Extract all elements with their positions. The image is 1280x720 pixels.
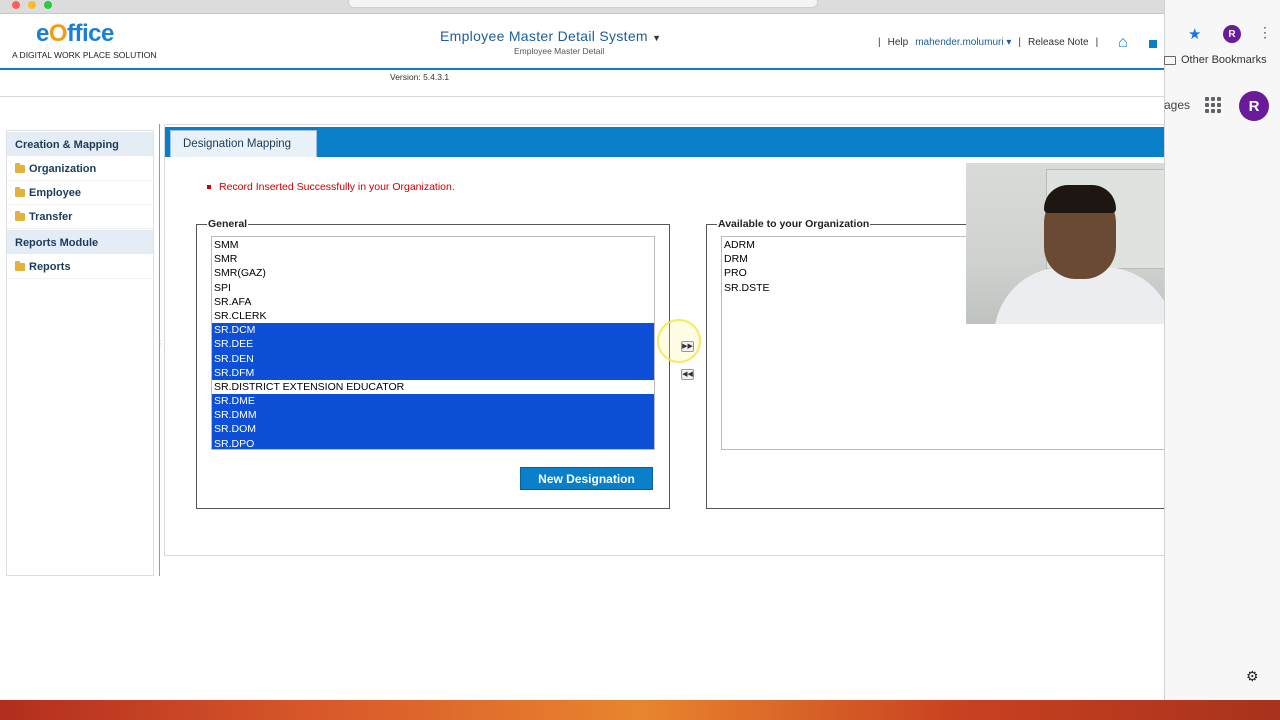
release-note-link[interactable]: Release Note: [1028, 37, 1089, 48]
eoffice-page: eOffice A DIGITAL WORK PLACE SOLUTION Em…: [0, 14, 1164, 700]
other-bookmarks[interactable]: Other Bookmarks: [1164, 54, 1267, 66]
sidebar-item-reports[interactable]: Reports: [7, 255, 153, 279]
new-designation-button[interactable]: New Designation: [520, 467, 653, 490]
general-option[interactable]: SR.DMM: [212, 408, 654, 423]
pages-link-fragment[interactable]: ages: [1164, 98, 1190, 112]
apps-grid-icon[interactable]: [1205, 97, 1221, 113]
eoffice-logo: eOffice: [36, 20, 114, 47]
browser-toolbar: [0, 0, 1164, 14]
user-menu[interactable]: mahender.molumuri ▾: [915, 37, 1011, 48]
general-option[interactable]: SR.DISTRICT EXTENSION EDUCATOR: [212, 380, 654, 394]
folder-icon: [15, 162, 25, 173]
general-option[interactable]: SR.AFA: [212, 295, 654, 309]
maximize-window-icon[interactable]: [44, 1, 52, 9]
browser-menu-icon[interactable]: ⋮: [1258, 24, 1272, 41]
home-icon[interactable]: ⌂: [1118, 34, 1128, 52]
profile-avatar[interactable]: R: [1239, 91, 1269, 121]
general-option[interactable]: SMR: [212, 252, 654, 266]
bullet-icon: [207, 185, 211, 189]
move-right-button[interactable]: ▶▶: [681, 341, 694, 352]
general-option[interactable]: SR.DEE: [212, 337, 654, 352]
os-dock: [0, 700, 1280, 720]
general-option[interactable]: SR.DFM: [212, 365, 654, 380]
webcam-overlay: [966, 163, 1164, 324]
general-option[interactable]: SPI: [212, 281, 654, 295]
sidebar-item-transfer[interactable]: Transfer: [7, 205, 153, 229]
sidebar: Creation & Mapping Organization Employee…: [6, 130, 154, 576]
divider: [0, 96, 1164, 97]
general-designation-list[interactable]: SMM SMR SMR(GAZ) SPI SR.AFA SR.CLERK SR.DCM SR.…: [211, 236, 655, 450]
sidebar-item-employee[interactable]: Employee: [7, 181, 153, 205]
app-title[interactable]: Employee Master Detail System ▼: [440, 28, 661, 44]
close-window-icon[interactable]: [12, 1, 20, 9]
minimize-window-icon[interactable]: [28, 1, 36, 9]
general-option[interactable]: SR.DOM: [212, 422, 654, 437]
general-option[interactable]: SR.CLERK: [212, 309, 654, 323]
header-links: | Help mahender.molumuri ▾ | Release Not…: [878, 37, 1099, 48]
folder-icon: [15, 186, 25, 197]
general-option[interactable]: SMM: [212, 238, 654, 252]
general-option[interactable]: SR.DPO: [212, 436, 654, 449]
bookmark-star-icon[interactable]: ★: [1188, 25, 1201, 43]
cursor-highlight: [657, 319, 701, 363]
folder-icon: [15, 210, 25, 221]
address-bar[interactable]: [348, 0, 818, 8]
general-option[interactable]: SMR(GAZ): [212, 266, 654, 280]
success-message: Record Inserted Successfully in your Org…: [207, 181, 455, 193]
app-header: eOffice A DIGITAL WORK PLACE SOLUTION Em…: [0, 14, 1164, 70]
general-option[interactable]: SR.DEN: [212, 351, 654, 366]
sidebar-splitter[interactable]: [159, 124, 160, 576]
sidebar-item-organization[interactable]: Organization: [7, 157, 153, 181]
available-legend: Available to your Organization: [718, 218, 870, 230]
help-link[interactable]: Help: [888, 37, 909, 48]
profile-avatar-small[interactable]: R: [1223, 25, 1241, 43]
general-legend: General: [208, 218, 248, 230]
sidebar-section-reports-module[interactable]: Reports Module: [7, 230, 153, 254]
folder-icon: [1164, 55, 1176, 65]
module-icon[interactable]: [1149, 40, 1157, 48]
general-option[interactable]: SR.DME: [212, 394, 654, 409]
folder-icon: [15, 260, 25, 271]
gear-icon[interactable]: ⚙: [1246, 668, 1259, 685]
move-left-button[interactable]: ◀◀: [681, 369, 694, 380]
tab-designation-mapping[interactable]: Designation Mapping: [170, 130, 317, 157]
sidebar-section-creation-mapping[interactable]: Creation & Mapping: [7, 132, 153, 156]
general-option[interactable]: SR.DCM: [212, 323, 654, 338]
drag-handle-icon[interactable]: ⋮: [156, 339, 164, 348]
logo-tagline: A DIGITAL WORK PLACE SOLUTION: [12, 50, 157, 60]
presenter-hair: [1044, 185, 1116, 213]
other-bookmarks-label: Other Bookmarks: [1181, 54, 1267, 66]
app-subtitle: Employee Master Detail: [514, 46, 605, 56]
chevron-down-icon[interactable]: ▼: [652, 33, 661, 43]
version-label: Version: 5.4.3.1: [390, 72, 450, 82]
